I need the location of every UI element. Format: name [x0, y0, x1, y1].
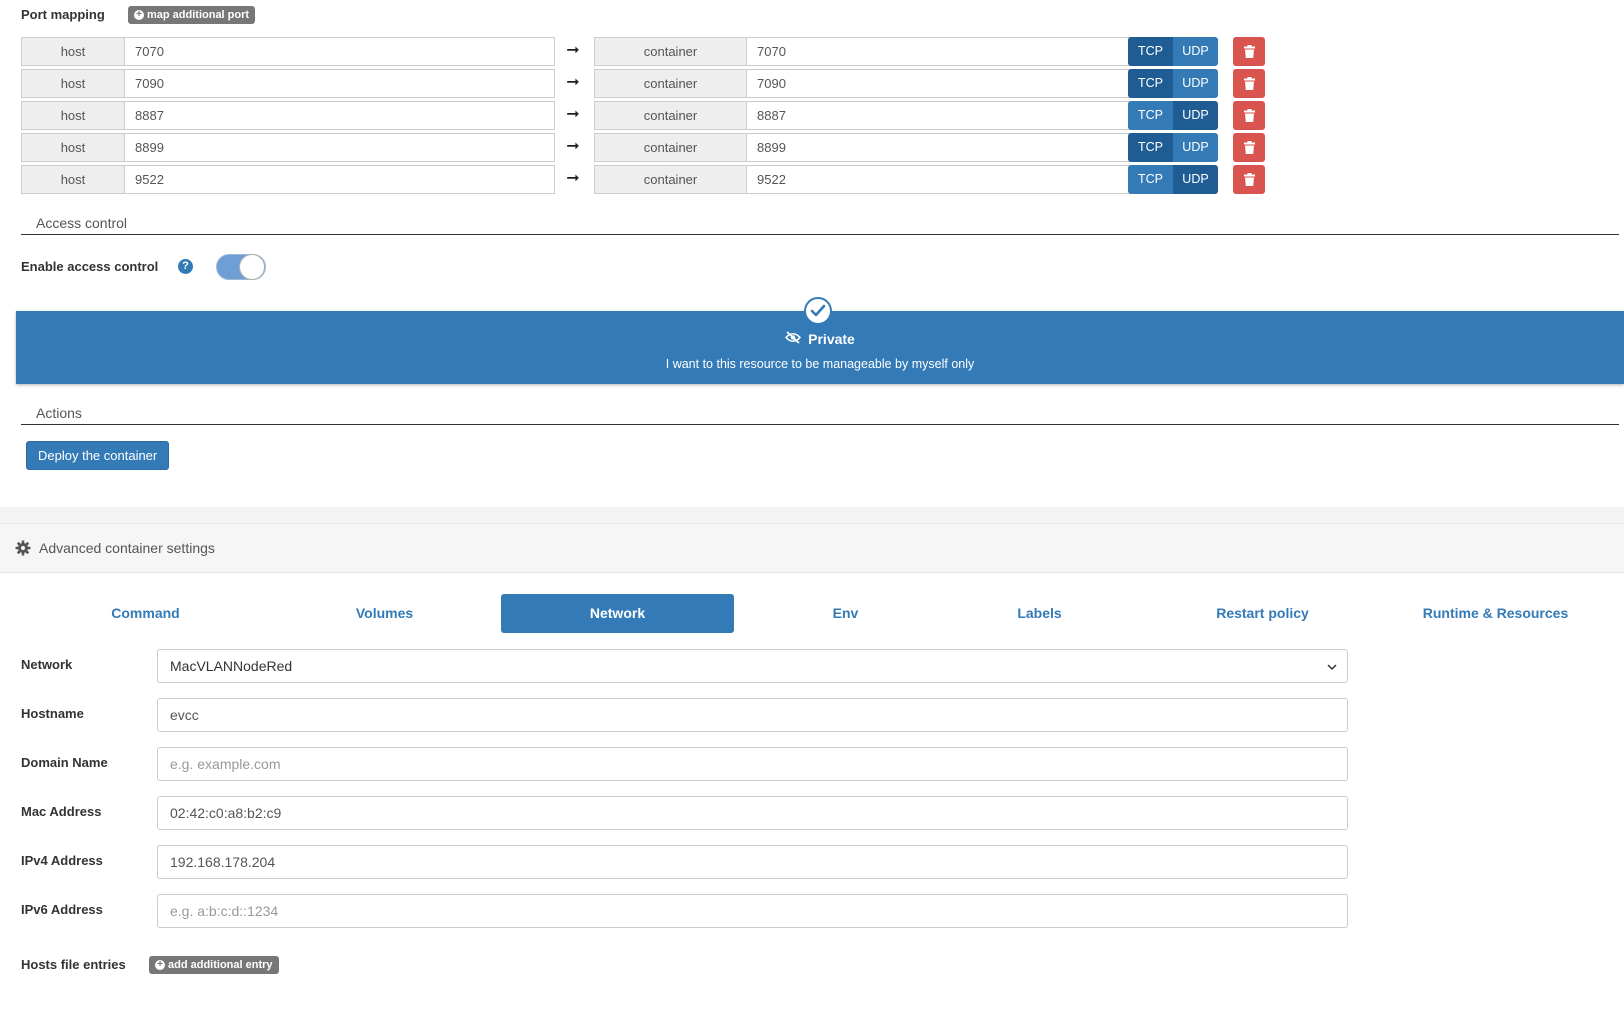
private-description: I want to this resource to be manageable… [665, 357, 975, 371]
access-control-toggle[interactable] [216, 254, 266, 280]
container-label: container [594, 69, 747, 98]
tab-runtime-resources[interactable]: Runtime & Resources [1393, 594, 1598, 633]
trash-icon [1243, 109, 1255, 122]
host-port-input[interactable]: 7070 [124, 37, 555, 66]
tab-restart-policy[interactable]: Restart policy [1160, 594, 1365, 633]
access-control-title: Access control [36, 215, 128, 231]
domain-name-label: Domain Name [21, 755, 108, 770]
remove-port-button[interactable] [1233, 133, 1265, 162]
tab-volumes[interactable]: Volumes [282, 594, 487, 633]
udp-toggle[interactable]: UDP [1173, 37, 1218, 66]
map-additional-port-label: map additional port [147, 9, 250, 21]
hostname-input[interactable]: evcc [157, 698, 1348, 732]
container-label: container [594, 133, 747, 162]
checkmark-icon [804, 297, 832, 325]
udp-toggle[interactable]: UDP [1173, 69, 1218, 98]
container-port-input[interactable]: 8899 [746, 133, 1144, 162]
port-row: host 9522 ➞ container 9522 TCP UDP [21, 165, 1266, 194]
host-label: host [21, 37, 125, 66]
tcp-toggle[interactable]: TCP [1128, 133, 1173, 162]
section-separator [0, 507, 1624, 523]
network-select-value: MacVLANNodeRed [170, 658, 293, 674]
host-port-input[interactable]: 9522 [124, 165, 555, 194]
domain-name-input[interactable]: e.g. example.com [157, 747, 1348, 781]
port-row: host 7090 ➞ container 7090 TCP UDP [21, 69, 1266, 98]
enable-access-control-label: Enable access control [21, 259, 159, 274]
gear-icon [15, 540, 31, 559]
host-label: host [21, 165, 125, 194]
host-label: host [21, 69, 125, 98]
remove-port-button[interactable] [1233, 37, 1265, 66]
remove-port-button[interactable] [1233, 101, 1265, 130]
advanced-settings-title: Advanced container settings [39, 540, 215, 556]
arrow-right-icon: ➞ [566, 42, 580, 59]
host-label: host [21, 133, 125, 162]
network-select[interactable]: MacVLANNodeRed [157, 649, 1348, 683]
udp-toggle[interactable]: UDP [1173, 165, 1218, 194]
hostname-label: Hostname [21, 706, 84, 721]
port-row: host 7070 ➞ container 7070 TCP UDP [21, 37, 1266, 66]
container-port-input[interactable]: 9522 [746, 165, 1144, 194]
container-port-input[interactable]: 7090 [746, 69, 1144, 98]
port-mapping-title: Port mapping [21, 7, 105, 22]
mac-address-label: Mac Address [21, 804, 102, 819]
udp-toggle[interactable]: UDP [1173, 133, 1218, 162]
add-additional-entry-button[interactable]: + add additional entry [149, 956, 279, 974]
advanced-settings-header: Advanced container settings [0, 523, 1624, 573]
remove-port-button[interactable] [1233, 165, 1265, 194]
help-icon[interactable]: ? [178, 259, 193, 274]
tab-labels[interactable]: Labels [937, 594, 1142, 633]
map-additional-port-button[interactable]: + map additional port [128, 6, 256, 24]
host-port-input[interactable]: 8899 [124, 133, 555, 162]
ipv6-address-input[interactable]: e.g. a:b:c:d::1234 [157, 894, 1348, 928]
tcp-toggle[interactable]: TCP [1128, 69, 1173, 98]
hosts-file-entries-label: Hosts file entries [21, 957, 126, 972]
port-row: host 8887 ➞ container 8887 TCP UDP [21, 101, 1266, 130]
plus-circle-icon: + [134, 10, 144, 20]
private-title: Private [808, 331, 855, 347]
tcp-toggle[interactable]: TCP [1128, 101, 1173, 130]
tab-command[interactable]: Command [43, 594, 248, 633]
chevron-down-icon [1327, 650, 1337, 682]
container-label: container [594, 37, 747, 66]
host-port-input[interactable]: 7090 [124, 69, 555, 98]
remove-port-button[interactable] [1233, 69, 1265, 98]
container-port-input[interactable]: 7070 [746, 37, 1144, 66]
arrow-right-icon: ➞ [566, 138, 580, 155]
host-port-input[interactable]: 8887 [124, 101, 555, 130]
toggle-knob [239, 254, 265, 280]
add-additional-entry-label: add additional entry [168, 959, 273, 971]
arrow-right-icon: ➞ [566, 106, 580, 123]
trash-icon [1243, 141, 1255, 154]
actions-divider [21, 424, 1619, 425]
ipv6-address-label: IPv6 Address [21, 902, 103, 917]
arrow-right-icon: ➞ [566, 170, 580, 187]
ipv4-address-label: IPv4 Address [21, 853, 103, 868]
tcp-toggle[interactable]: TCP [1128, 37, 1173, 66]
tab-network[interactable]: Network [501, 594, 734, 633]
plus-circle-icon: + [155, 960, 165, 970]
network-label: Network [21, 657, 73, 672]
deploy-container-button[interactable]: Deploy the container [26, 441, 170, 470]
tcp-toggle[interactable]: TCP [1128, 165, 1173, 194]
access-control-divider [21, 234, 1619, 235]
eye-slash-icon [785, 331, 802, 347]
container-label: container [594, 165, 747, 194]
trash-icon [1243, 173, 1255, 186]
arrow-right-icon: ➞ [566, 74, 580, 91]
trash-icon [1243, 77, 1255, 90]
ipv4-address-input[interactable]: 192.168.178.204 [157, 845, 1348, 879]
port-row: host 8899 ➞ container 8899 TCP UDP [21, 133, 1266, 162]
udp-toggle[interactable]: UDP [1173, 101, 1218, 130]
trash-icon [1243, 45, 1255, 58]
host-label: host [21, 101, 125, 130]
container-port-input[interactable]: 8887 [746, 101, 1144, 130]
container-label: container [594, 101, 747, 130]
mac-address-input[interactable]: 02:42:c0:a8:b2:c9 [157, 796, 1348, 830]
tab-env[interactable]: Env [743, 594, 948, 633]
actions-title: Actions [36, 405, 82, 421]
